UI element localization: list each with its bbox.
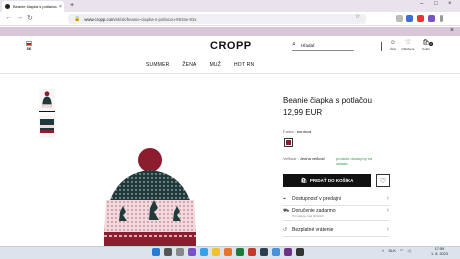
forward-icon[interactable]: → [16, 14, 23, 21]
header-divider [0, 73, 460, 74]
heart-icon: ♡ [405, 40, 411, 46]
wifi-icon[interactable]: ◠ [400, 248, 404, 253]
add-to-cart-button[interactable]: 🛍 PRIDAŤ DO KOŠÍKA [283, 174, 371, 187]
new-tab-icon[interactable]: + [70, 2, 74, 9]
firefox-icon[interactable] [224, 248, 232, 256]
system-tray: ˄ SLK ◠ ◁ [382, 248, 410, 253]
menu-icon[interactable] [440, 15, 443, 22]
info-row-free-returns[interactable]: ↺ Bezplatné vrátenie › [283, 226, 390, 237]
search-icon: ⌕ [292, 41, 296, 48]
user-icon: ☺ [389, 40, 397, 46]
product-thumbnail[interactable] [39, 89, 55, 112]
reload-icon[interactable]: ↻ [27, 14, 33, 22]
browser-tab[interactable]: Beanie čiapka s potlačou Farba × [2, 1, 64, 12]
system-clock[interactable]: 17:59 1. 8. 2023 [431, 247, 448, 257]
add-to-cart-label: PRIDAŤ DO KOŠÍKA [309, 178, 354, 183]
promo-banner: × [0, 27, 460, 36]
country-code: SK [26, 47, 32, 51]
product-image [103, 148, 197, 246]
info-row-store-availability[interactable]: ⌖ Dostupnosť v predajni › [283, 195, 390, 206]
profile-icon[interactable] [428, 15, 435, 22]
app-icon[interactable] [272, 248, 280, 256]
info-label: Dostupnosť v predajni [292, 196, 341, 202]
nav-item-muz[interactable]: MUŽ [210, 62, 221, 68]
main-navigation: SUMMER ŽENA MUŽ HOT RN [146, 62, 267, 68]
app-icon[interactable] [188, 248, 196, 256]
slovakia-flag-icon [26, 41, 32, 46]
nav-item-zena[interactable]: ŽENA [182, 62, 196, 68]
stock-status: produkt dostupný na sklade [336, 156, 373, 166]
edge-icon[interactable] [200, 248, 208, 256]
back-icon[interactable]: ← [5, 14, 12, 21]
site-favicon-icon [5, 4, 10, 9]
chevron-right-icon: › [386, 226, 389, 233]
account-label: Účet [389, 47, 397, 51]
chevron-right-icon: › [386, 207, 389, 214]
wishlist-label: Obľúbené [401, 47, 415, 51]
app-icon[interactable] [296, 248, 304, 256]
lock-icon: 🔒 [74, 16, 81, 22]
close-banner-icon[interactable]: × [450, 27, 454, 34]
extension-icon[interactable] [396, 15, 403, 22]
size-label: Veľkosť [283, 156, 297, 161]
size-value: Jedna veľkosť [299, 156, 326, 161]
extension-icon[interactable] [417, 15, 424, 22]
location-pin-icon: ⌖ [283, 196, 286, 202]
cart-label: Košík [422, 47, 430, 51]
delivery-truck-icon: ⛟ [283, 208, 290, 214]
country-selector[interactable]: SK [26, 41, 32, 51]
color-swatch[interactable] [284, 138, 293, 147]
account-button[interactable]: ☺ Účet [385, 40, 401, 51]
cart-count-badge: 0 [429, 42, 433, 46]
size-row: Veľkosť : Jedna veľkosť [283, 156, 326, 161]
browser-toolbar: ← → ↻ 🔒 www.cropp.com/sk/sk/beanie-ciapk… [0, 12, 460, 26]
header-divider [381, 42, 382, 51]
app-icon[interactable] [248, 248, 256, 256]
chevron-right-icon: › [386, 195, 389, 202]
start-menu-icon[interactable] [152, 248, 160, 256]
bookmark-star-icon[interactable]: ☆ [355, 13, 360, 20]
site-logo[interactable]: CROPP [210, 40, 252, 52]
app-icon[interactable] [260, 248, 268, 256]
info-label: Bezplatné vrátenie [292, 227, 334, 233]
browser-tab-bar: Beanie čiapka s potlačou Farba × + – □ × [0, 0, 460, 12]
extension-icon[interactable] [406, 15, 413, 22]
swatch-fill [286, 140, 291, 145]
product-thumbnail[interactable] [39, 115, 55, 138]
info-row-free-delivery[interactable]: ⛟ Doručenie zadarmo Pri nákupe nad 40 EU… [283, 207, 390, 221]
return-icon: ↺ [283, 227, 288, 233]
language-indicator[interactable]: SLK [388, 248, 396, 253]
shopping-bag-icon: 🛍 [300, 177, 307, 184]
task-view-icon[interactable] [176, 248, 184, 256]
color-label: Farba [283, 129, 294, 134]
maximize-icon[interactable]: □ [434, 1, 438, 7]
nav-item-hot-rn[interactable]: HOT RN [234, 62, 254, 68]
info-sublabel: Pri nákupe nad 40 EUR [292, 214, 324, 218]
wishlist-button[interactable]: ♡ Obľúbené [400, 40, 416, 51]
heart-icon: ♡ [379, 177, 387, 185]
url-text: www.cropp.com/sk/sk/beanie-ciapka-s-potl… [84, 16, 197, 22]
search-input[interactable]: ⌕ Hľadať [292, 40, 354, 51]
nav-item-summer[interactable]: SUMMER [146, 62, 169, 68]
product-price: 12,99 EUR [283, 108, 323, 117]
color-row: Farba : bordová [283, 129, 312, 134]
color-value: bordová [296, 129, 312, 134]
clock-date: 1. 8. 2023 [431, 252, 448, 256]
minimize-icon[interactable]: – [420, 1, 423, 7]
tab-title: Beanie čiapka s potlačou Farba [13, 4, 57, 9]
app-icon[interactable] [236, 248, 244, 256]
address-bar[interactable]: 🔒 www.cropp.com/sk/sk/beanie-ciapka-s-po… [68, 14, 366, 24]
close-window-icon[interactable]: × [448, 1, 452, 7]
app-icon[interactable] [284, 248, 292, 256]
product-title: Beanie čiapka s potlačou [283, 96, 372, 105]
search-icon[interactable] [164, 248, 172, 256]
chevron-up-icon[interactable]: ˄ [382, 248, 384, 253]
close-tab-icon[interactable]: × [59, 4, 62, 10]
volume-icon[interactable]: ◁ [407, 248, 410, 253]
search-placeholder: Hľadať [300, 42, 315, 48]
add-to-wishlist-button[interactable]: ♡ [376, 174, 390, 187]
file-explorer-icon[interactable] [212, 248, 220, 256]
